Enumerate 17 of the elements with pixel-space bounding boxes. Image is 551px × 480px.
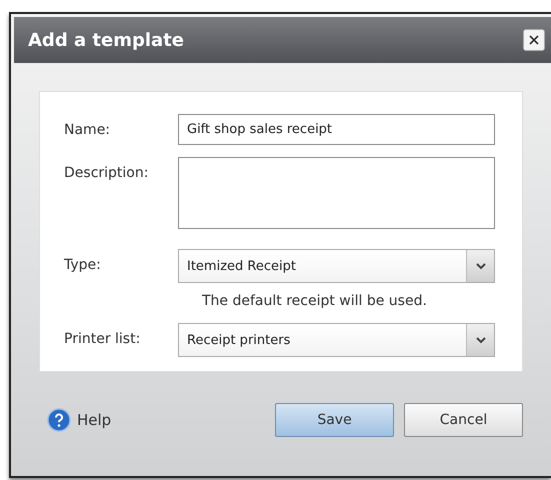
close-icon[interactable]	[523, 29, 545, 51]
field-label: Description:	[64, 164, 150, 181]
field-label: Name:	[64, 121, 112, 138]
cancel-button[interactable]: Cancel	[404, 403, 523, 437]
text-area[interactable]	[178, 157, 495, 229]
window-title: Add a template	[28, 30, 184, 50]
chevron-down-icon	[476, 336, 486, 344]
save-button[interactable]: Save	[275, 403, 394, 437]
help-icon[interactable]	[47, 408, 71, 432]
field-label: Type:	[64, 256, 102, 273]
dropdown-field[interactable]: Itemized Receipt	[178, 249, 495, 283]
help-link[interactable]: Help	[77, 411, 112, 429]
text-field[interactable]: Gift shop sales receipt	[178, 114, 495, 145]
hint-text: The default receipt will be used.	[202, 293, 428, 309]
chevron-down-icon	[476, 262, 486, 270]
dropdown-field[interactable]: Receipt printers	[178, 323, 495, 357]
field-label: Printer list:	[64, 330, 142, 347]
